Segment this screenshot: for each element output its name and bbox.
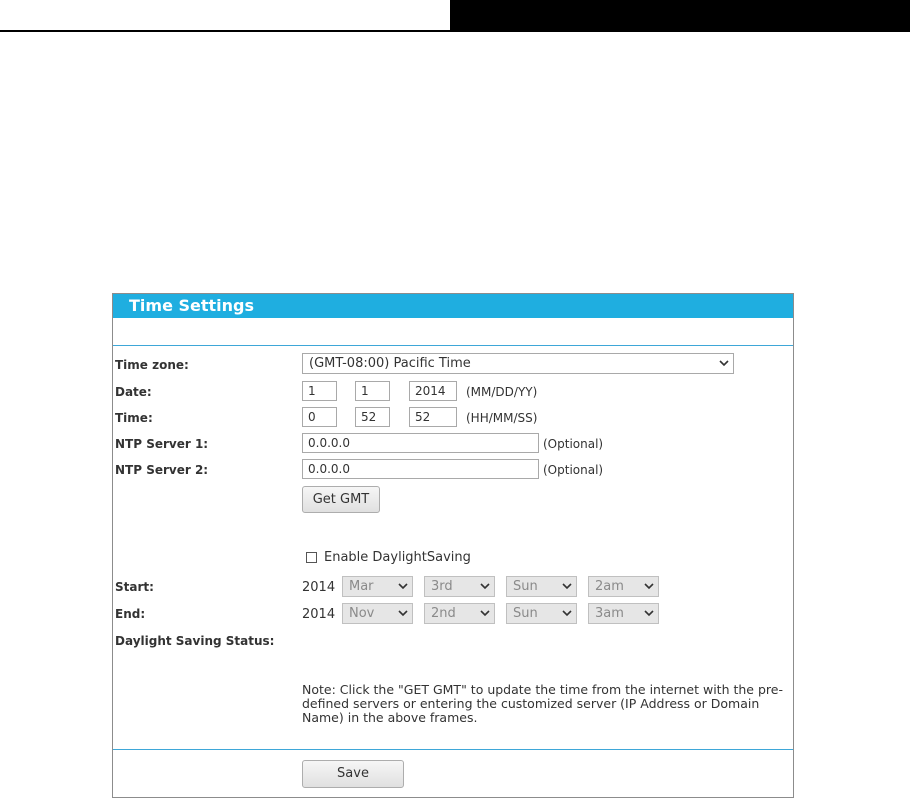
- dst-end-hour-select[interactable]: 3am: [588, 603, 659, 624]
- get-gmt-button[interactable]: Get GMT: [302, 486, 380, 513]
- timezone-label: Time zone:: [115, 358, 189, 372]
- dst-end-month-select[interactable]: Nov: [342, 603, 413, 624]
- time-second-input[interactable]: 52: [409, 407, 457, 427]
- dst-start-week-value: 3rd: [431, 579, 453, 594]
- panel-title-bar: Time Settings: [113, 294, 793, 319]
- chevron-down-icon: [476, 604, 494, 623]
- bottom-separator: [113, 749, 793, 750]
- enable-dst-checkbox[interactable]: [306, 552, 317, 563]
- ntp-server-1-hint: (Optional): [543, 437, 604, 451]
- ntp-server-2-hint: (Optional): [543, 463, 604, 477]
- dst-start-hour-value: 2am: [595, 579, 624, 594]
- dst-start-label: Start:: [115, 580, 154, 594]
- help-note: Note: Click the "GET GMT" to update the …: [302, 682, 783, 725]
- dst-end-hour-value: 3am: [595, 606, 624, 621]
- ntp-server-2-label: NTP Server 2:: [115, 463, 209, 477]
- dst-end-label: End:: [115, 607, 146, 621]
- time-label: Time:: [115, 411, 153, 425]
- header-rule: [0, 30, 450, 32]
- top-separator: [113, 345, 793, 346]
- dst-status-label: Daylight Saving Status:: [115, 634, 275, 648]
- dst-end-day-select[interactable]: Sun: [506, 603, 577, 624]
- date-year-input[interactable]: 2014: [409, 381, 457, 401]
- date-day-input[interactable]: 1: [355, 381, 390, 401]
- chevron-down-icon: [558, 604, 576, 623]
- date-format-hint: (MM/DD/YY): [466, 385, 538, 399]
- ntp-server-1-label: NTP Server 1:: [115, 437, 209, 451]
- dst-end-month-value: Nov: [349, 606, 375, 621]
- ntp-server-2-input[interactable]: 0.0.0.0: [302, 459, 539, 479]
- dst-start-year: 2014: [302, 580, 336, 595]
- chevron-down-icon: [476, 577, 494, 596]
- time-hour-input[interactable]: 0: [302, 407, 337, 427]
- timezone-select[interactable]: (GMT-08:00) Pacific Time: [302, 353, 734, 374]
- dst-start-week-select[interactable]: 3rd: [424, 576, 495, 597]
- dst-start-month-value: Mar: [349, 579, 374, 594]
- chevron-down-icon: [640, 577, 658, 596]
- date-month-input[interactable]: 1: [302, 381, 337, 401]
- dst-start-day-select[interactable]: Sun: [506, 576, 577, 597]
- enable-dst-label: Enable DaylightSaving: [324, 550, 471, 565]
- chevron-down-icon: [640, 604, 658, 623]
- dst-end-year: 2014: [302, 607, 336, 622]
- chevron-down-icon: [558, 577, 576, 596]
- timezone-value: (GMT-08:00) Pacific Time: [309, 356, 471, 371]
- panel-title: Time Settings: [129, 296, 255, 315]
- dst-start-hour-select[interactable]: 2am: [588, 576, 659, 597]
- ntp-server-1-input[interactable]: 0.0.0.0: [302, 433, 539, 453]
- dst-start-month-select[interactable]: Mar: [342, 576, 413, 597]
- time-format-hint: (HH/MM/SS): [466, 411, 538, 425]
- chevron-down-icon: [715, 354, 733, 373]
- save-button[interactable]: Save: [302, 760, 404, 788]
- header-bar: [450, 0, 910, 32]
- chevron-down-icon: [394, 604, 412, 623]
- dst-end-week-select[interactable]: 2nd: [424, 603, 495, 624]
- time-settings-panel: Time Settings Time zone: (GMT-08:00) Pac…: [112, 293, 794, 798]
- date-label: Date:: [115, 385, 152, 399]
- dst-end-day-value: Sun: [513, 606, 538, 621]
- chevron-down-icon: [394, 577, 412, 596]
- dst-end-week-value: 2nd: [431, 606, 456, 621]
- dst-start-day-value: Sun: [513, 579, 538, 594]
- time-minute-input[interactable]: 52: [355, 407, 390, 427]
